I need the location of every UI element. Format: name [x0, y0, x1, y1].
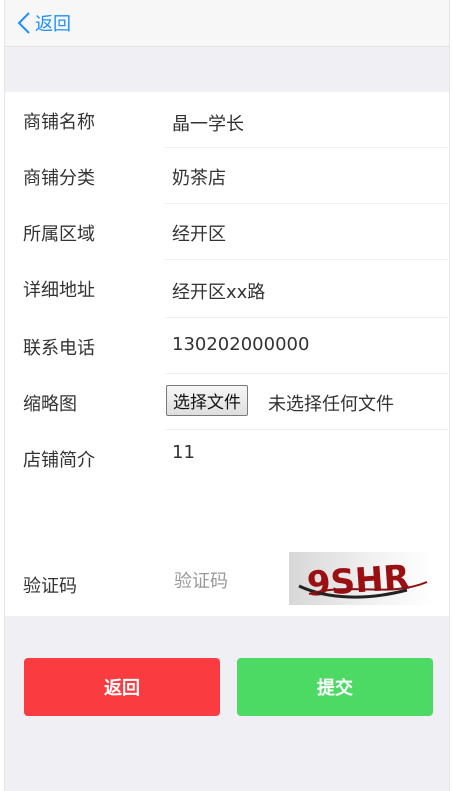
chevron-left-icon: [17, 12, 30, 34]
captcha-label: 验证码: [23, 576, 77, 597]
region-label: 所属区域: [23, 224, 95, 245]
back-link[interactable]: 返回: [17, 10, 71, 36]
region-value[interactable]: 经开区: [172, 220, 226, 246]
form-row-address: 详细地址 经开区xx路: [5, 260, 449, 318]
thumbnail-label: 缩略图: [23, 394, 77, 415]
choose-file-button[interactable]: 选择文件: [166, 385, 248, 416]
shop-name-label: 商铺名称: [23, 112, 95, 133]
captcha-input[interactable]: [172, 570, 284, 593]
address-value[interactable]: 经开区xx路: [172, 278, 265, 304]
form-row-shop-name: 商铺名称 晶一学长: [5, 92, 449, 148]
form-row-phone: 联系电话 130202000000: [5, 318, 449, 374]
intro-label: 店铺简介: [23, 450, 95, 471]
captcha-image[interactable]: 9SHR: [289, 552, 433, 605]
shop-category-value[interactable]: 奶茶店: [172, 164, 226, 190]
intro-textarea[interactable]: 11: [172, 442, 195, 463]
captcha-graphic: 9SHR: [298, 558, 428, 605]
form-row-intro: 店铺简介 11: [5, 430, 449, 540]
file-status-text: 未选择任何文件: [268, 394, 394, 415]
form-row-shop-category: 商铺分类 奶茶店: [5, 148, 449, 204]
shop-category-label: 商铺分类: [23, 168, 95, 189]
back-link-label: 返回: [35, 14, 71, 35]
shop-name-value[interactable]: 晶一学长: [172, 110, 244, 136]
app-frame: 返回 商铺名称 晶一学长 商铺分类 奶茶店 所属区域 经开区 详细地址 经开区x…: [4, 0, 450, 791]
phone-value[interactable]: 130202000000: [172, 334, 309, 355]
form-row-region: 所属区域 经开区: [5, 204, 449, 260]
back-button[interactable]: 返回: [24, 658, 220, 716]
top-bar: 返回: [5, 0, 449, 47]
shop-form: 商铺名称 晶一学长 商铺分类 奶茶店 所属区域 经开区 详细地址 经开区xx路 …: [5, 92, 449, 616]
submit-button[interactable]: 提交: [237, 658, 433, 716]
phone-label: 联系电话: [23, 338, 95, 359]
address-label: 详细地址: [23, 280, 95, 301]
